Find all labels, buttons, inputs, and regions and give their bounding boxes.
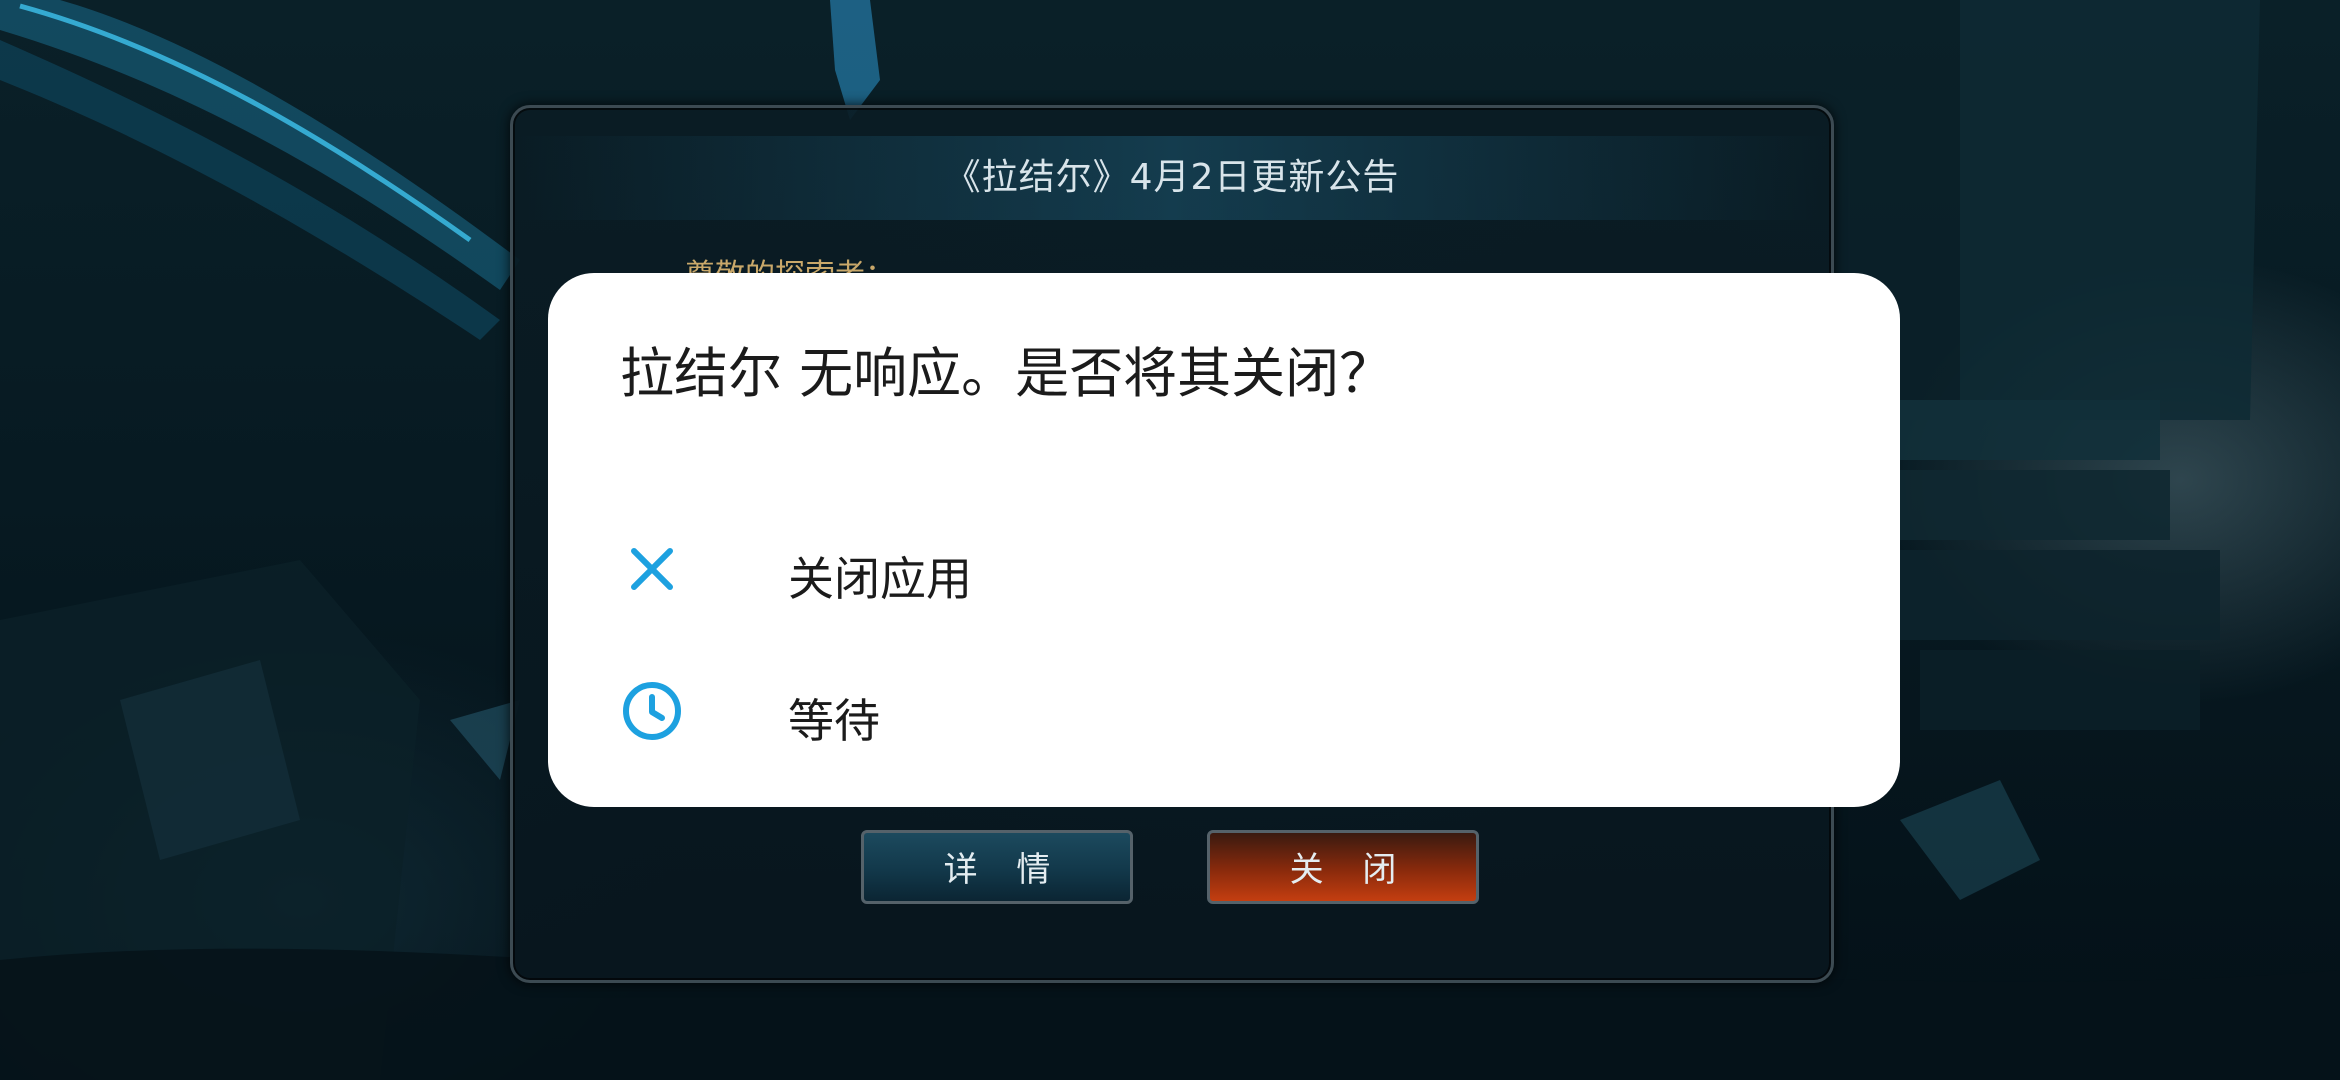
game-background: 《拉结尔》4月2日更新公告 尊敬的探索者： 详 情 关 闭 拉结尔 无响应。是否… bbox=[0, 0, 2340, 1080]
wait-option[interactable]: 等待 bbox=[588, 651, 1860, 771]
anr-message: 拉结尔 无响应。是否将其关闭？ bbox=[620, 342, 1394, 405]
close-app-option[interactable]: 关闭应用 bbox=[588, 509, 1860, 629]
close-icon bbox=[631, 548, 673, 590]
clock-icon bbox=[623, 682, 681, 740]
wait-label: 等待 bbox=[788, 694, 880, 748]
notice-close-button[interactable]: 关 闭 bbox=[1207, 830, 1479, 904]
close-app-label: 关闭应用 bbox=[788, 552, 972, 606]
anr-dialog: 拉结尔 无响应。是否将其关闭？ 关闭应用 等待 bbox=[548, 273, 1900, 807]
notice-title: 《拉结尔》4月2日更新公告 bbox=[944, 157, 1400, 198]
notice-detail-button[interactable]: 详 情 bbox=[861, 830, 1133, 904]
